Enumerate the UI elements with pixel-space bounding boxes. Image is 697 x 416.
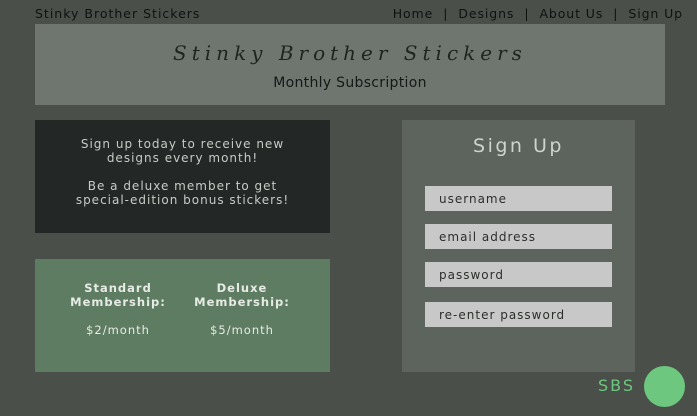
plan-name: Deluxe Membership: <box>194 281 290 309</box>
nav-separator: | <box>524 6 530 21</box>
email-input[interactable] <box>425 224 612 249</box>
nav-separator: | <box>613 6 619 21</box>
nav-link-about-us[interactable]: About Us <box>539 6 603 21</box>
plan-deluxe: Deluxe Membership: $5/month <box>187 281 297 337</box>
signup-form: Sign Up <box>402 120 635 372</box>
membership-plans: Standard Membership: $2/month Deluxe Mem… <box>35 259 330 372</box>
plan-price: $5/month <box>210 323 274 337</box>
plan-name: Standard Membership: <box>70 281 166 309</box>
nav-separator: | <box>443 6 449 21</box>
logo-text: SBS <box>598 376 636 395</box>
info-paragraph: Be a deluxe member to get special-editio… <box>75 179 290 207</box>
password-input[interactable] <box>425 262 612 287</box>
page-title: Stinky Brother Stickers <box>173 41 527 65</box>
signup-heading: Sign Up <box>473 135 564 157</box>
logo-circle-icon <box>644 366 685 407</box>
site-brand: Stinky Brother Stickers <box>35 6 201 21</box>
username-input[interactable] <box>425 186 612 211</box>
main-nav: Home | Designs | About Us | Sign Up <box>393 6 683 21</box>
nav-link-home[interactable]: Home <box>393 6 434 21</box>
plan-standard: Standard Membership: $2/month <box>63 281 173 337</box>
page-subtitle: Monthly Subscription <box>273 75 427 91</box>
plan-price: $2/month <box>86 323 150 337</box>
nav-link-sign-up[interactable]: Sign Up <box>628 6 683 21</box>
page-header: Stinky Brother Stickers Monthly Subscrip… <box>35 24 665 105</box>
nav-link-designs[interactable]: Designs <box>458 6 514 21</box>
info-panel: Sign up today to receive new designs eve… <box>35 120 330 233</box>
confirm-password-input[interactable] <box>425 302 612 327</box>
info-paragraph: Sign up today to receive new designs eve… <box>80 137 285 165</box>
